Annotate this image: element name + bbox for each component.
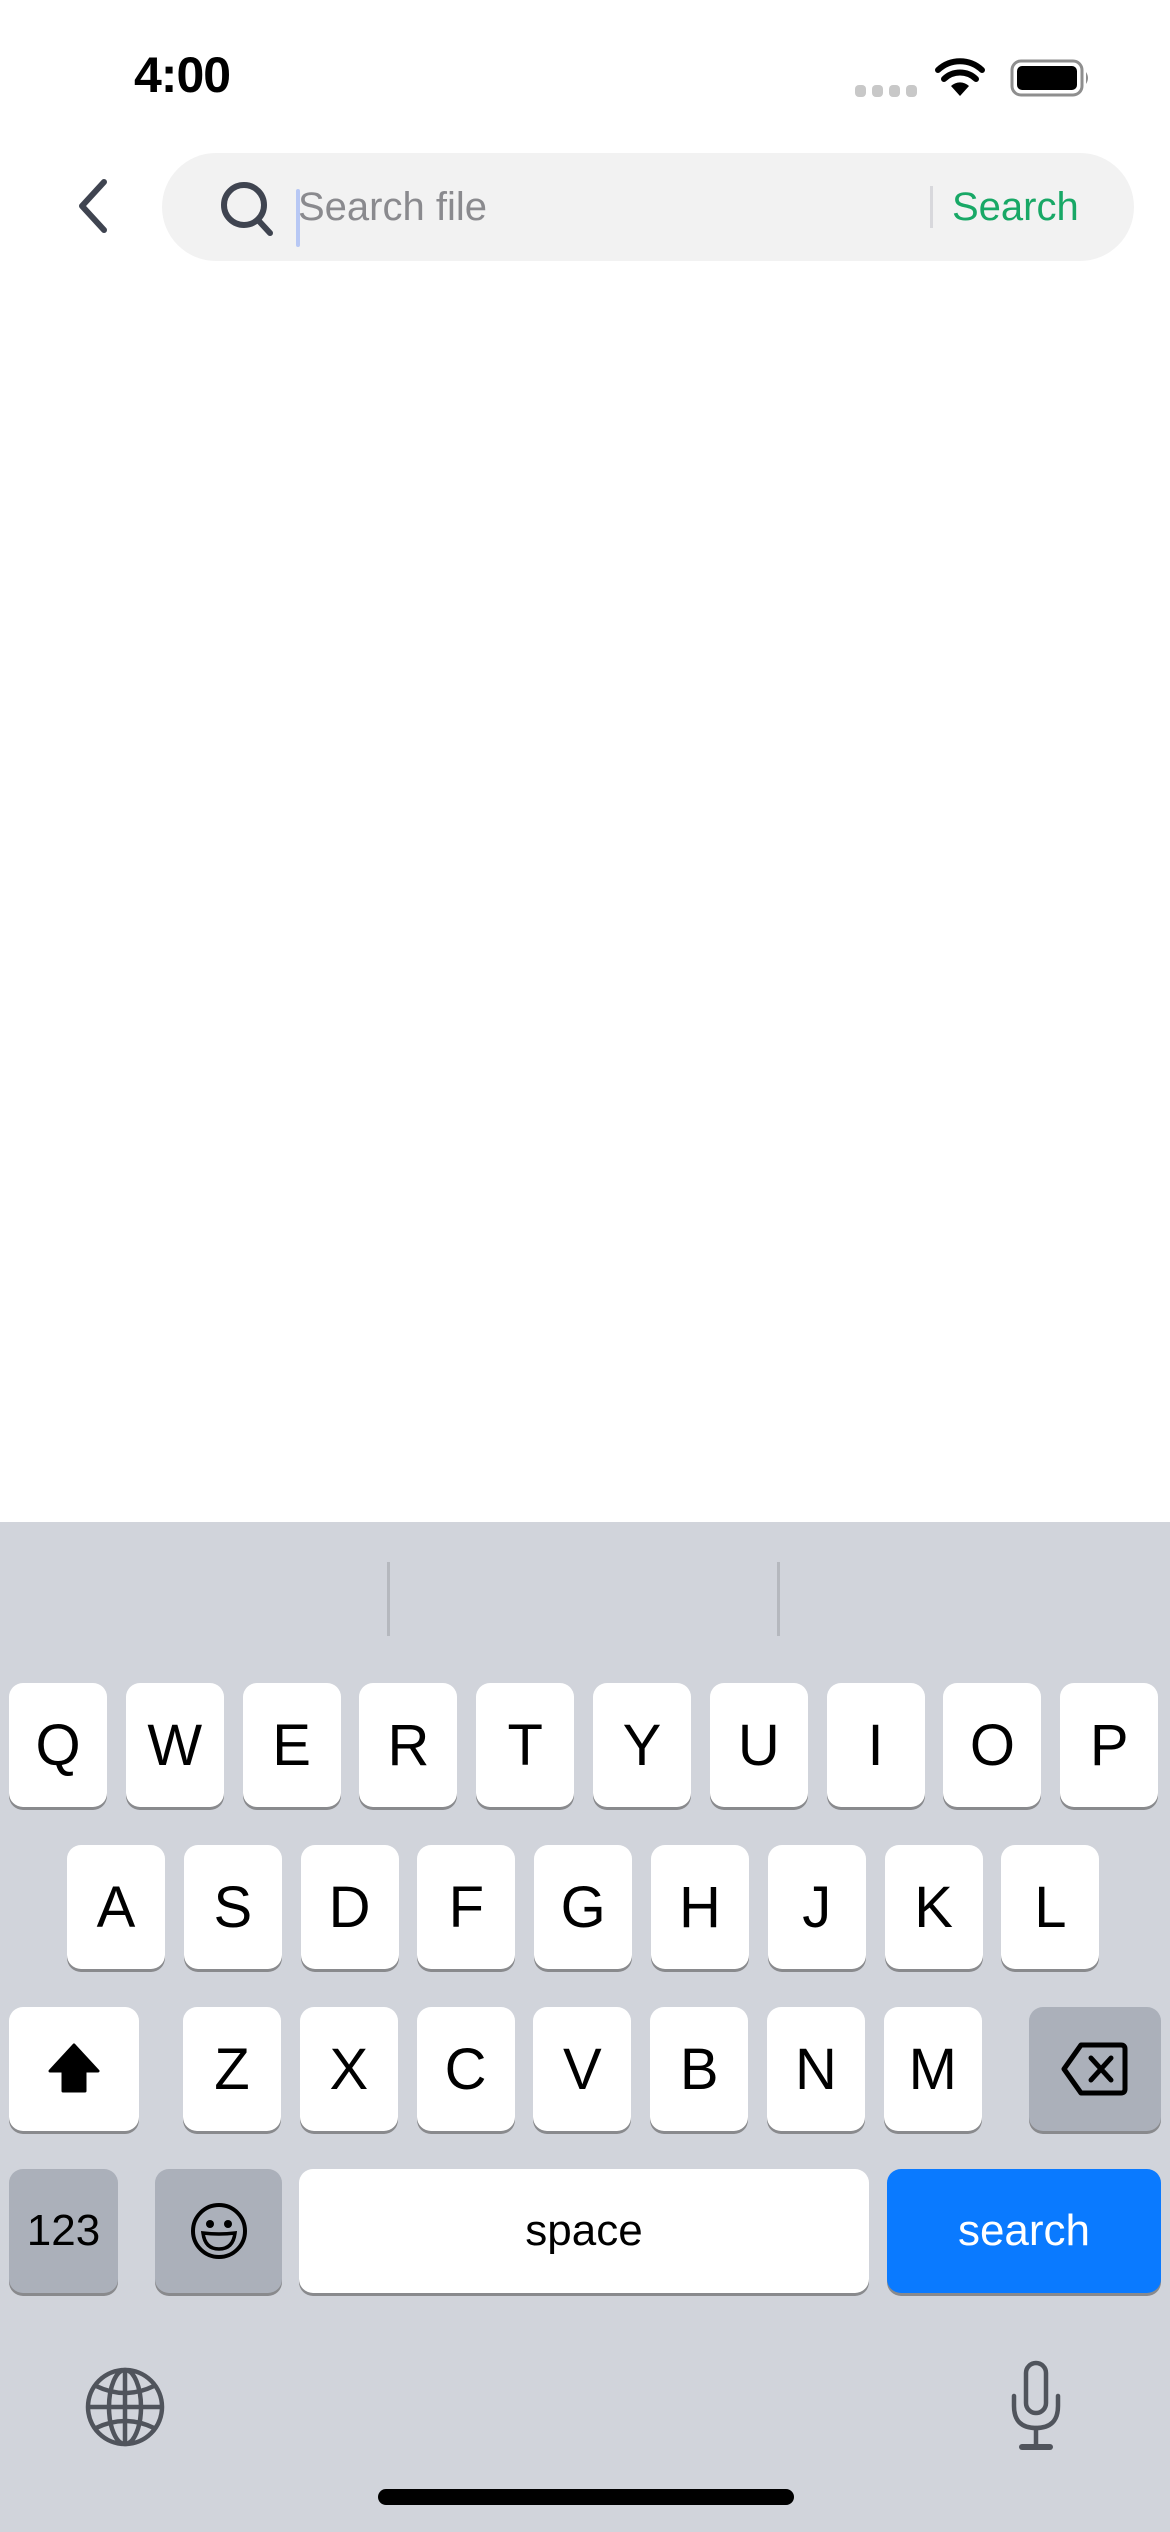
search-divider [930, 186, 933, 228]
key-j[interactable]: J [767, 1845, 866, 1969]
suggestion-divider [777, 1562, 780, 1636]
suggestion-bar [0, 1522, 1170, 1662]
status-time: 4:00 [134, 47, 231, 103]
key-v[interactable]: V [533, 2007, 632, 2131]
key-s[interactable]: S [183, 1845, 282, 1969]
search-return-key[interactable]: search [887, 2169, 1161, 2293]
key-a[interactable]: A [67, 1845, 165, 1969]
key-d[interactable]: D [300, 1845, 399, 1969]
search-return-key-label: search [957, 2206, 1091, 2255]
back-button[interactable] [66, 176, 122, 236]
emoji-key[interactable] [155, 2169, 282, 2293]
key-g[interactable]: G [534, 1845, 633, 1969]
microphone-icon[interactable] [1010, 2360, 1062, 2452]
key-f[interactable]: F [417, 1845, 516, 1969]
key-m[interactable]: M [883, 2007, 982, 2131]
key-l[interactable]: L [1001, 1845, 1100, 1969]
keyboard: QWERTYUIOP ASDFGHJKL ZXCVBNM 123 space sea… [0, 1522, 1170, 2532]
key-y[interactable]: Y [593, 1683, 691, 1807]
search-bar: Search [162, 153, 1134, 261]
numbers-key-label: 123 [26, 2206, 101, 2255]
key-t[interactable]: T [476, 1683, 575, 1807]
key-r[interactable]: R [359, 1683, 458, 1807]
key-q[interactable]: Q [9, 1683, 107, 1807]
shift-key[interactable] [9, 2007, 139, 2131]
search-submit-button[interactable]: Search [952, 177, 1079, 237]
search-icon [221, 182, 273, 236]
key-p[interactable]: P [1060, 1683, 1159, 1807]
numbers-key[interactable]: 123 [9, 2169, 118, 2293]
battery-icon [1010, 59, 1088, 97]
key-u[interactable]: U [709, 1683, 808, 1807]
space-key[interactable]: space [299, 2169, 869, 2293]
key-x[interactable]: X [299, 2007, 398, 2131]
backspace-icon [1061, 2042, 1128, 2096]
key-i[interactable]: I [826, 1683, 925, 1807]
key-k[interactable]: K [884, 1845, 983, 1969]
signal-dots-icon [855, 85, 917, 97]
key-w[interactable]: W [125, 1683, 224, 1807]
key-b[interactable]: B [650, 2007, 749, 2131]
delete-key[interactable] [1029, 2007, 1161, 2131]
key-e[interactable]: E [242, 1683, 341, 1807]
globe-icon[interactable] [84, 2366, 166, 2448]
search-input[interactable] [298, 175, 918, 239]
wifi-icon [935, 58, 985, 96]
suggestion-divider [387, 1562, 390, 1636]
status-bar: 4:00 [0, 0, 1170, 140]
home-indicator[interactable] [378, 2489, 794, 2505]
key-z[interactable]: Z [183, 2007, 281, 2131]
key-h[interactable]: H [651, 1845, 749, 1969]
key-n[interactable]: N [767, 2007, 865, 2131]
key-c[interactable]: C [416, 2007, 515, 2131]
chevron-left-icon [79, 179, 107, 233]
space-key-label: space [525, 2206, 643, 2255]
key-o[interactable]: O [943, 1683, 1042, 1807]
shift-arrow-icon [48, 2043, 100, 2093]
emoji-smile-icon [190, 2203, 247, 2259]
